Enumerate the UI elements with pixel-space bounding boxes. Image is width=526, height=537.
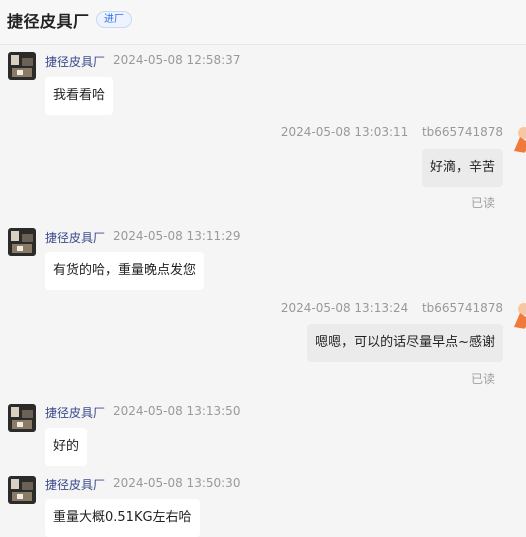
message-bubble[interactable]: 嗯嗯，可以的话尽量早点~感谢	[307, 324, 503, 362]
buyer-avatar[interactable]	[512, 125, 526, 153]
seller-avatar[interactable]	[8, 52, 36, 80]
message-bubble[interactable]: 有货的哈，重量晚点发您	[45, 252, 205, 290]
message-time: 2024-05-08 12:58:37	[113, 53, 241, 67]
read-status: 已读	[471, 372, 496, 386]
seller-avatar[interactable]	[8, 404, 36, 432]
sender-user-id: tb665741878	[421, 125, 503, 139]
message-time: 2024-05-08 13:50:30	[113, 476, 241, 490]
message-time: 2024-05-08 13:13:24	[280, 301, 409, 315]
message-bubble[interactable]: 重量大概0.51KG左右哈	[45, 499, 200, 537]
message-time: 2024-05-08 13:13:50	[113, 404, 241, 418]
message-bubble[interactable]: 我看看哈	[45, 77, 114, 115]
seller-avatar[interactable]	[8, 228, 36, 256]
enter-factory-badge[interactable]: 进厂	[96, 11, 132, 28]
message-bubble[interactable]: 好的	[45, 428, 88, 466]
sender-name[interactable]: 捷径皮具厂	[45, 229, 105, 246]
chat-title: 捷径皮具厂	[7, 12, 90, 31]
sender-name[interactable]: 捷径皮具厂	[45, 476, 105, 493]
message-meta: 2024-05-08 13:13:24 tb665741878	[281, 301, 503, 315]
message-meta: 2024-05-08 13:03:11 tb665741878	[281, 125, 503, 139]
message-time: 2024-05-08 13:11:29	[113, 229, 241, 243]
seller-avatar[interactable]	[8, 476, 36, 504]
message-time: 2024-05-08 13:03:11	[280, 125, 409, 139]
chat-header: 捷径皮具厂 进厂	[0, 0, 526, 45]
buyer-avatar[interactable]	[512, 301, 526, 329]
read-status: 已读	[471, 196, 496, 210]
sender-name[interactable]: 捷径皮具厂	[45, 404, 105, 421]
message-bubble[interactable]: 好滴，辛苦	[421, 149, 503, 187]
sender-user-id: tb665741878	[421, 301, 503, 315]
sender-name[interactable]: 捷径皮具厂	[45, 53, 105, 70]
